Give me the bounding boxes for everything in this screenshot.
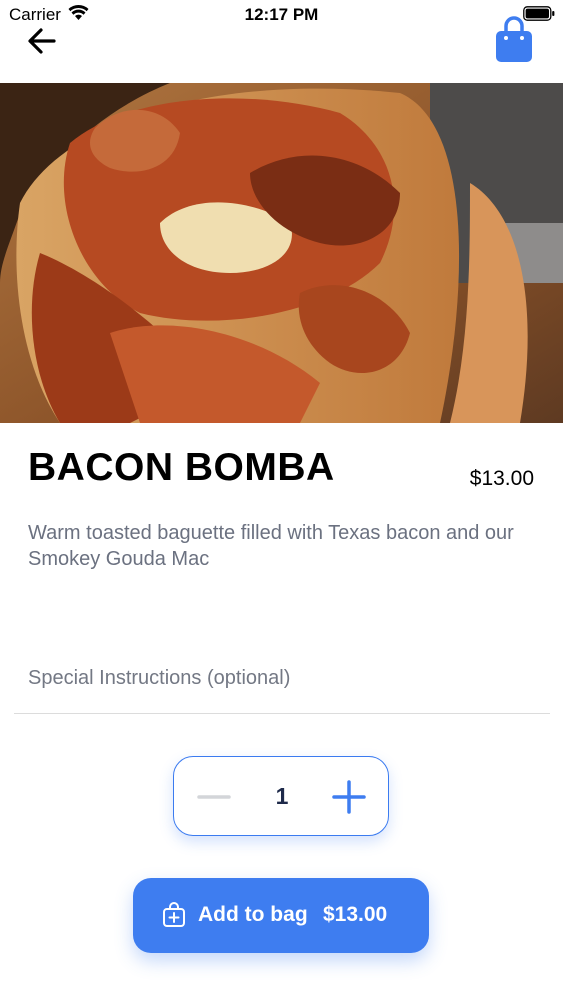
product-image [0, 83, 563, 423]
quantity-stepper: 1 [173, 756, 389, 836]
product-description: Warm toasted baguette filled with Texas … [28, 522, 514, 570]
bag-plus-icon [163, 902, 185, 927]
shopping-bag-icon [496, 16, 532, 62]
product-title: BACON BOMBA [28, 446, 335, 489]
shopping-bag-button[interactable] [493, 16, 535, 64]
back-button[interactable] [24, 24, 60, 58]
increase-quantity-button[interactable] [331, 779, 367, 815]
clock: 12:17 PM [244, 5, 319, 24]
status-bar: Carrier 12:17 PM [0, 0, 563, 28]
divider [14, 713, 550, 714]
quantity-value: 1 [275, 783, 289, 809]
special-instructions-field[interactable]: Special Instructions (optional) [28, 667, 290, 690]
add-to-bag-price: $13.00 [323, 903, 388, 926]
decrease-quantity-button[interactable] [196, 783, 232, 811]
plus-icon [332, 780, 366, 814]
add-to-bag-label: Add to bag [198, 903, 308, 926]
product-price: $13.00 [469, 467, 534, 490]
add-to-bag-button[interactable]: Add to bag $13.00 [133, 878, 429, 953]
arrow-left-icon [28, 28, 56, 54]
